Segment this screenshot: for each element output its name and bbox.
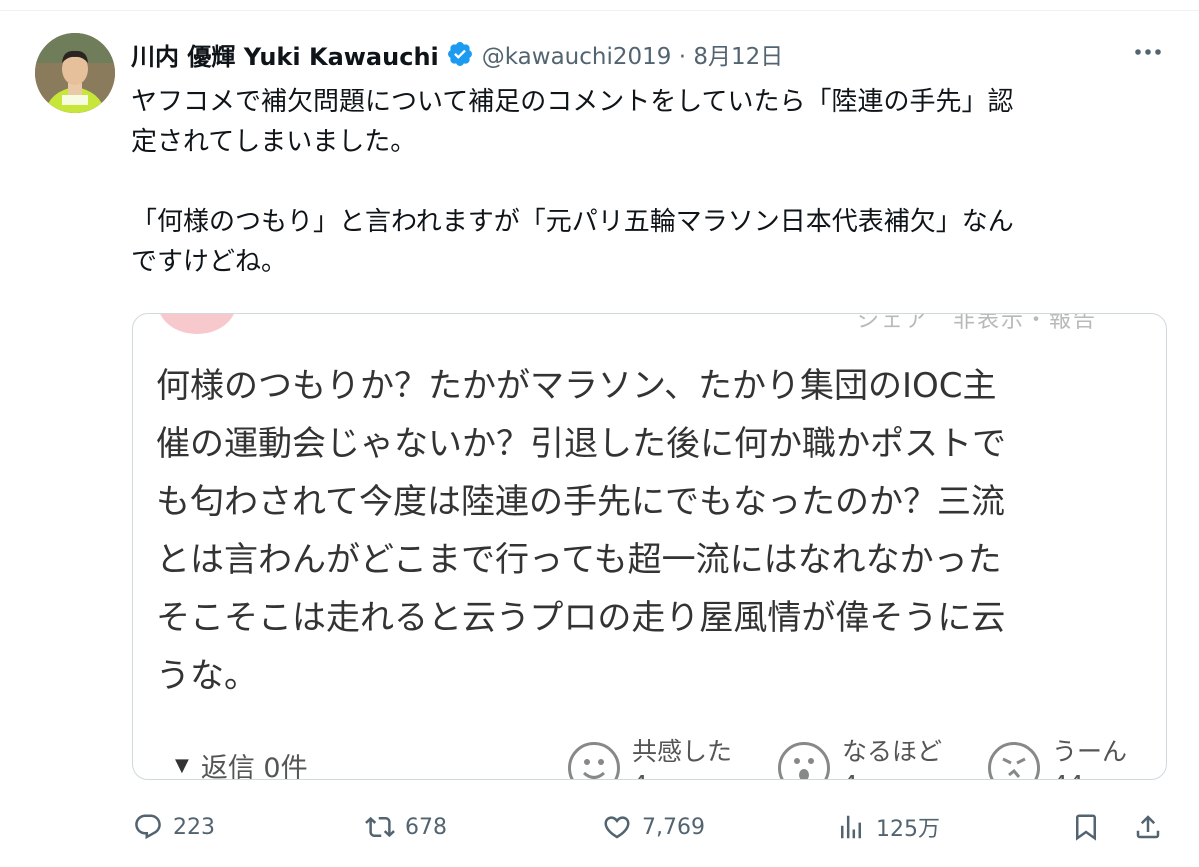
- tweet-text: ヤフコメで補欠問題について補足のコメントをしていたら「陸連の手先」認 定されてし…: [131, 82, 1166, 282]
- reaction-label: なるほど: [842, 737, 943, 766]
- comment-line: そこそこは走れると云うプロの走り屋風情が偉そうに云: [156, 598, 1006, 638]
- top-divider: [0, 10, 1199, 11]
- tweet-line: ですけどね。: [131, 247, 288, 277]
- reply-count: 223: [173, 814, 215, 840]
- like-button[interactable]: 7,769: [602, 803, 705, 851]
- cropped-avatar-shape: [158, 314, 236, 334]
- repost-icon: [365, 816, 395, 838]
- repost-count: 678: [405, 814, 447, 840]
- cropped-top-menu-text: シェア 非表示・報告: [857, 313, 1098, 333]
- comment-line: 何様のつもりか？たかがマラソン、たかり集団のIOC主: [156, 366, 997, 406]
- surprised-face-icon: [778, 742, 830, 779]
- comment-line: も匂わされて今度は陸連の手先にでもなったのか？三流: [156, 482, 1005, 522]
- tweet-header: 川内 優輝 Yuki Kawauchi @kawauchi2019 · 8月12…: [131, 36, 783, 72]
- reaction-label: うーん: [1052, 737, 1128, 766]
- share-button[interactable]: [1133, 803, 1163, 851]
- reaction-count: 4: [842, 770, 858, 779]
- replies-label: 返信 0件: [200, 753, 308, 780]
- comment-line: うな。: [156, 656, 258, 696]
- author-name[interactable]: 川内 優輝 Yuki Kawauchi: [131, 37, 439, 72]
- reply-button[interactable]: 223: [133, 803, 215, 851]
- views-chart-icon: [841, 815, 861, 839]
- avatar[interactable]: [35, 33, 115, 113]
- embedded-screenshot-image[interactable]: シェア 非表示・報告 何様のつもりか？たかがマラソン、たかり集団のIOC主 催の…: [132, 313, 1167, 780]
- tweet-action-bar: 223 678 7,769 125万: [0, 803, 1199, 851]
- bookmark-button[interactable]: [1071, 803, 1101, 851]
- reaction-count: 4: [632, 770, 648, 779]
- smile-face-icon: [568, 742, 620, 779]
- puzzled-face-icon: [988, 742, 1040, 779]
- view-count: 125万: [876, 817, 940, 842]
- like-count: 7,769: [642, 814, 705, 840]
- comment-line: とは言わんがどこまで行っても超一流にはなれなかった: [156, 540, 1002, 580]
- views-button[interactable]: 125万: [836, 803, 940, 851]
- author-handle-and-date[interactable]: @kawauchi2019 · 8月12日: [482, 37, 783, 71]
- repost-button[interactable]: 678: [365, 803, 447, 851]
- tweet-line: 定されてしまいました。: [131, 127, 417, 157]
- yahoo-comment-text: 何様のつもりか？たかがマラソン、たかり集団のIOC主 催の運動会じゃないか？引退…: [156, 357, 1146, 705]
- reply-icon: [135, 814, 161, 840]
- avatar-photo: [35, 33, 115, 113]
- share-upload-icon: [1136, 815, 1160, 839]
- replies-toggle: ▼ 返信 0件: [175, 746, 308, 780]
- reaction-label: 共感した: [632, 737, 733, 766]
- triangle-down-icon: ▼: [175, 755, 189, 776]
- bookmark-icon: [1076, 814, 1096, 841]
- verified-badge-icon[interactable]: [446, 40, 474, 68]
- reaction-count: 44: [1052, 770, 1084, 779]
- more-dots-icon: [1135, 49, 1161, 55]
- heart-icon: [604, 816, 630, 839]
- tweet-line: 「何様のつもり」と言われますが「元パリ五輪マラソン日本代表補欠」なん: [131, 207, 1014, 237]
- comment-line: 催の運動会じゃないか？引退した後に何か職かポストで: [156, 424, 1006, 464]
- tweet-line: ヤフコメで補欠問題について補足のコメントをしていたら「陸連の手先」認: [131, 87, 1014, 117]
- more-options-button[interactable]: [1128, 37, 1168, 67]
